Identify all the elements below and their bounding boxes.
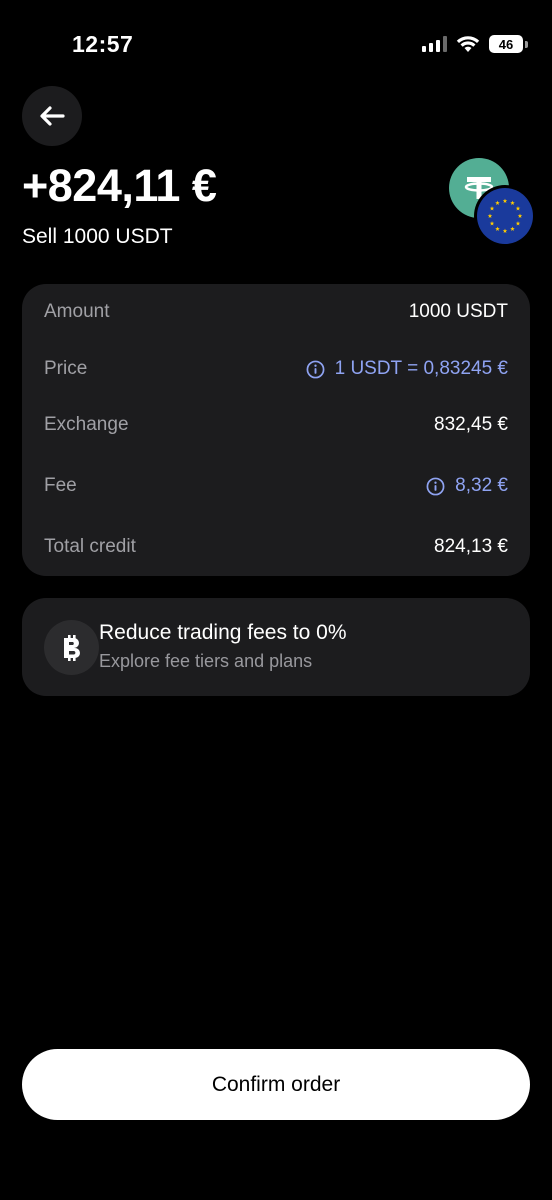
eu-star — [515, 221, 521, 226]
status-bar: 12:57 46 — [0, 0, 552, 90]
eu-star — [489, 221, 495, 226]
fee-tiers-promo-card[interactable] — [22, 598, 530, 696]
detail-label: Amount — [44, 301, 110, 322]
order-subtitle: Sell 1000 USDT — [22, 225, 173, 248]
detail-row-exchange: Exchange 832,45 € — [44, 411, 508, 439]
back-button[interactable] — [22, 86, 82, 146]
eu-star — [502, 198, 508, 203]
detail-value: 1 USDT = 0,83245 € — [334, 358, 508, 379]
eu-star — [517, 213, 523, 218]
order-amount: +824,11 € — [22, 160, 217, 211]
eu-star — [515, 206, 521, 211]
detail-row-amount: Amount 1000 USDT — [44, 298, 508, 326]
battery-level: 46 — [489, 35, 523, 53]
eu-star — [510, 226, 515, 231]
status-icons: 46 — [422, 35, 528, 53]
wifi-icon — [456, 35, 480, 53]
promo-title: Reduce trading fees to 0% — [99, 621, 347, 644]
detail-value: 824,13 € — [434, 536, 508, 557]
detail-label: Exchange — [44, 414, 129, 435]
detail-row-total-credit: Total credit 824,13 € — [44, 533, 508, 561]
detail-value: 1000 USDT — [408, 301, 508, 322]
eu-star — [487, 213, 493, 218]
eu-flag-icon — [474, 185, 536, 247]
fee-info-link[interactable]: 8,32 € — [426, 475, 508, 497]
eu-star — [510, 200, 515, 205]
detail-label: Price — [44, 358, 88, 379]
eu-star — [502, 228, 508, 233]
price-info-link[interactable]: 1 USDT = 0,83245 € — [306, 358, 508, 380]
detail-row-fee: Fee 8,32 € — [44, 472, 508, 500]
eu-star — [495, 200, 500, 205]
bitcoin-icon — [44, 620, 99, 675]
info-icon[interactable] — [426, 477, 445, 496]
status-time: 12:57 — [72, 31, 134, 57]
detail-row-price: Price 1 USDT = 0,83245 € — [44, 355, 508, 383]
order-details-card: Amount 1000 USDT Price 1 USDT = 0,83245 … — [22, 284, 530, 576]
eu-star — [495, 226, 500, 231]
eu-star — [489, 206, 495, 211]
promo-subtitle: Explore fee tiers and plans — [99, 651, 313, 671]
detail-label: Fee — [44, 475, 77, 496]
detail-value: 8,32 € — [455, 475, 508, 496]
battery-icon: 46 — [489, 35, 528, 53]
confirm-order-button[interactable]: Confirm order — [22, 1049, 530, 1120]
arrow-left-icon — [40, 106, 65, 126]
detail-label: Total credit — [44, 536, 136, 557]
detail-value: 832,45 € — [434, 414, 508, 435]
signal-icon — [422, 36, 447, 52]
info-icon[interactable] — [306, 360, 325, 379]
